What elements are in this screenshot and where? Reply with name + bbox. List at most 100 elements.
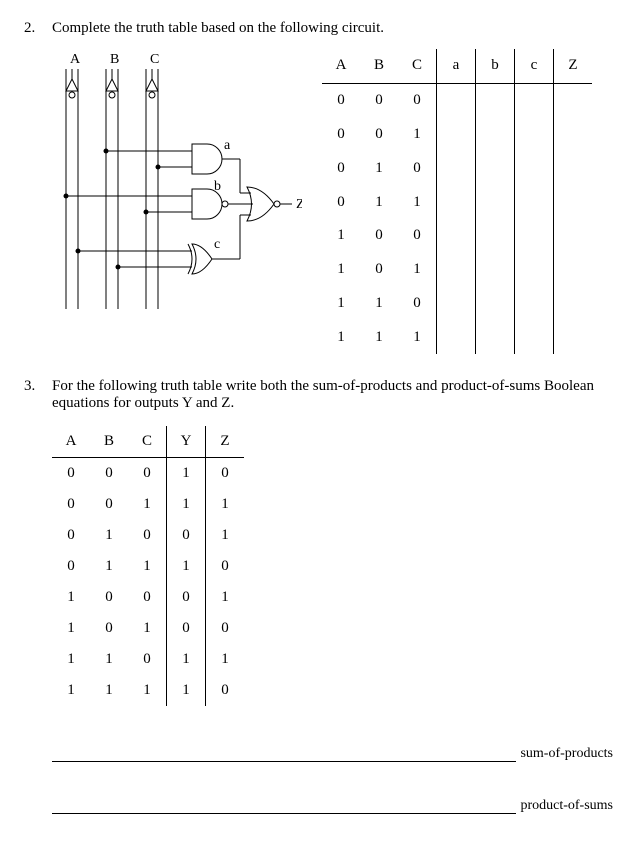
blank-line[interactable] [52,812,516,814]
table-cell: 0 [206,675,245,706]
table-header-row: A B C a b c Z [322,49,592,83]
table-cell: 0 [52,551,90,582]
blank-line[interactable] [52,760,516,762]
table-cell[interactable] [554,151,593,185]
table-cell[interactable] [554,185,593,219]
table-cell: 1 [52,613,90,644]
table-row: 110 [322,286,592,320]
question-body: Complete the truth table based on the fo… [52,20,613,354]
table-cell: 0 [360,219,398,253]
table-cell: 1 [90,551,128,582]
table-cell: 0 [52,489,90,520]
table-cell[interactable] [515,185,554,219]
table-cell: 0 [322,118,360,152]
table-cell: 0 [90,489,128,520]
circuit-diagram: A B C [52,49,302,354]
table-row: 010 [322,151,592,185]
question-number: 3. [24,378,52,814]
table-cell: 0 [167,582,206,613]
table-cell[interactable] [476,253,515,287]
table-cell[interactable] [476,83,515,117]
table-cell: 1 [167,551,206,582]
table-cell: 1 [128,551,167,582]
table-cell[interactable] [437,253,476,287]
table-cell: 0 [206,551,245,582]
input-label-C: C [150,52,159,67]
table-cell[interactable] [515,320,554,354]
table-cell: 1 [360,151,398,185]
question-prompt: Complete the truth table based on the fo… [52,20,613,37]
table-cell: 1 [322,219,360,253]
table-cell[interactable] [437,219,476,253]
table-cell[interactable] [554,118,593,152]
table-cell[interactable] [476,185,515,219]
table-cell[interactable] [515,83,554,117]
table-cell[interactable] [515,286,554,320]
col-B: B [90,426,128,458]
table-cell: 1 [167,458,206,490]
table-cell: 0 [128,644,167,675]
table-cell[interactable] [554,219,593,253]
table-cell[interactable] [554,253,593,287]
q2-truth-table: A B C a b c Z 000001010011100101110111 [322,49,592,354]
table-row: 101 [322,253,592,287]
input-label-A: A [70,52,81,67]
table-cell[interactable] [476,151,515,185]
table-cell[interactable] [515,253,554,287]
table-cell[interactable] [515,151,554,185]
table-cell[interactable] [515,118,554,152]
table-cell: 1 [322,286,360,320]
table-row: 000 [322,83,592,117]
blank-pos: product-of-sums [52,798,613,814]
table-cell[interactable] [437,286,476,320]
table-cell[interactable] [476,320,515,354]
output-label-Z: Z [296,197,302,212]
gate-out: Z [247,187,302,221]
table-cell: 1 [206,489,245,520]
col-C: C [128,426,167,458]
table-cell: 1 [128,613,167,644]
table-row: 111 [322,320,592,354]
table-cell[interactable] [515,219,554,253]
table-cell: 1 [360,185,398,219]
table-cell[interactable] [437,320,476,354]
table-cell: 1 [360,320,398,354]
table-cell[interactable] [476,118,515,152]
table-cell[interactable] [554,286,593,320]
table-cell: 0 [398,83,437,117]
table-cell[interactable] [437,185,476,219]
col-a: a [437,49,476,83]
table-cell[interactable] [554,320,593,354]
table-cell: 0 [398,286,437,320]
q2-content: A B C [52,49,613,354]
table-cell: 0 [360,118,398,152]
gate-label-a: a [224,138,231,153]
table-cell: 1 [360,286,398,320]
table-cell: 1 [322,320,360,354]
table-cell: 0 [398,219,437,253]
table-cell: 0 [90,582,128,613]
table-cell[interactable] [476,286,515,320]
table-row: 10100 [52,613,244,644]
table-cell: 1 [206,520,245,551]
col-B: B [360,49,398,83]
table-cell[interactable] [554,83,593,117]
table-cell: 0 [128,520,167,551]
table-header-row: A B C Y Z [52,426,244,458]
table-row: 001 [322,118,592,152]
table-cell[interactable] [437,151,476,185]
table-row: 00010 [52,458,244,490]
table-cell: 0 [322,83,360,117]
table-cell: 1 [90,675,128,706]
col-Z: Z [554,49,593,83]
gate-label-c: c [214,237,220,252]
table-cell: 1 [90,644,128,675]
table-cell: 1 [206,582,245,613]
blank-label-pos: product-of-sums [520,798,613,814]
table-cell[interactable] [476,219,515,253]
table-cell[interactable] [437,83,476,117]
table-cell: 1 [398,320,437,354]
answer-blanks: sum-of-products product-of-sums [52,746,613,814]
table-cell[interactable] [437,118,476,152]
table-cell: 1 [398,185,437,219]
